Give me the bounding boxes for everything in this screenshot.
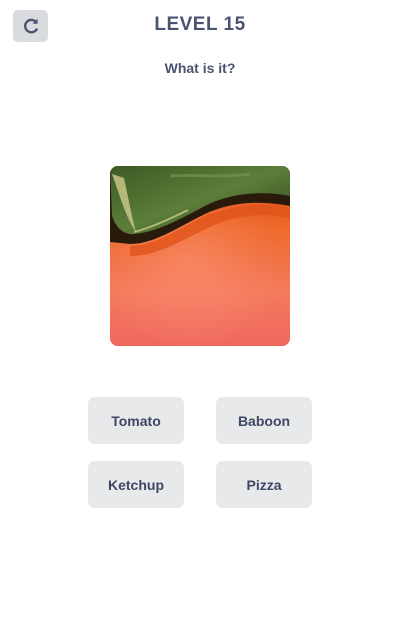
game-screen: LEVEL 15 What is it? Tomato Baboon Ketch… (0, 0, 400, 640)
answer-button-tomato[interactable]: Tomato (88, 397, 184, 444)
puzzle-image (110, 166, 290, 346)
question-text: What is it? (164, 60, 236, 76)
level-title: LEVEL 15 (154, 14, 246, 35)
answer-button-baboon[interactable]: Baboon (216, 397, 312, 444)
answer-button-ketchup[interactable]: Ketchup (88, 461, 184, 508)
answer-button-pizza[interactable]: Pizza (216, 461, 312, 508)
answer-grid: Tomato Baboon Ketchup Pizza (88, 397, 312, 508)
